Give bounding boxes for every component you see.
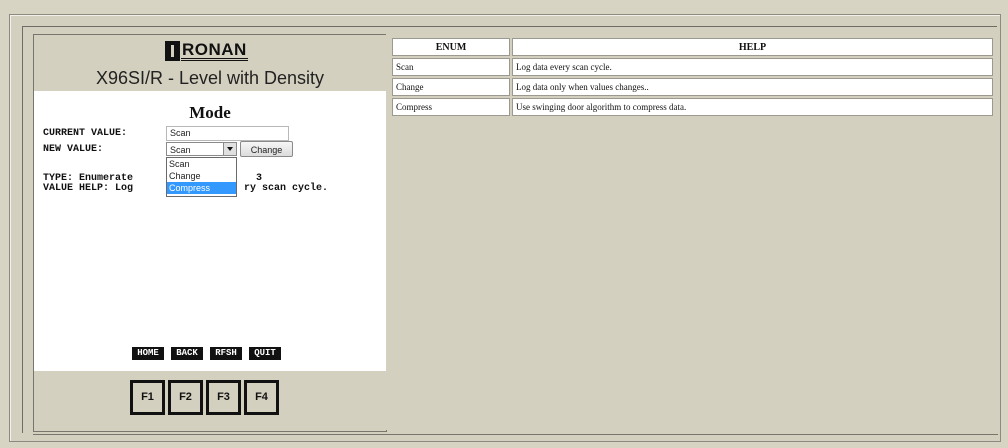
quit-button[interactable]: QUIT [249, 347, 281, 360]
new-value-label: NEW VALUE: [43, 144, 104, 155]
device-panel: RONAN X96SI/R - Level with Density Mode … [33, 34, 387, 432]
ronan-logo: RONAN [165, 41, 248, 61]
refresh-button[interactable]: RFSH [210, 347, 242, 360]
dropdown-list: Scan Change Compress [166, 157, 237, 197]
home-button[interactable]: HOME [132, 347, 164, 360]
new-value-select[interactable]: Scan [166, 142, 237, 156]
table-row: Change Log data only when values changes… [392, 78, 993, 96]
value-help-label: VALUE HELP: Log [43, 183, 134, 194]
divider [33, 434, 998, 435]
enum-cell: Compress [392, 98, 510, 116]
logo-mark-icon [165, 41, 180, 61]
device-screen: Mode CURRENT VALUE: Scan NEW VALUE: Scan… [34, 91, 386, 371]
help-cell: Use swinging door algorithm to compress … [512, 98, 993, 116]
table-header-row: ENUM HELP [392, 38, 993, 56]
select-value: Scan [170, 145, 191, 155]
help-cell: Log data every scan cycle. [512, 58, 993, 76]
dropdown-option[interactable]: Change [167, 170, 236, 182]
f3-key[interactable]: F3 [206, 380, 241, 415]
f4-key[interactable]: F4 [244, 380, 279, 415]
dropdown-option-highlighted[interactable]: Compress [167, 182, 236, 194]
value-help-text: ry scan cycle. [244, 183, 329, 194]
device-header: RONAN X96SI/R - Level with Density [34, 35, 386, 91]
column-header-enum: ENUM [392, 38, 510, 56]
current-value-label: CURRENT VALUE: [43, 128, 128, 139]
chevron-down-icon[interactable] [223, 143, 236, 155]
table-row: Compress Use swinging door algorithm to … [392, 98, 993, 116]
logo-text: RONAN [181, 40, 248, 61]
table-row: Scan Log data every scan cycle. [392, 58, 993, 76]
enum-help-panel: ENUM HELP Scan Log data every scan cycle… [386, 34, 998, 430]
column-header-help: HELP [512, 38, 993, 56]
function-keys: F1 F2 F3 F4 [34, 380, 386, 426]
dropdown-option[interactable]: Scan [167, 158, 236, 170]
device-title: X96SI/R - Level with Density [95, 68, 325, 88]
page-title: Mode [189, 103, 231, 122]
enum-table: ENUM HELP Scan Log data every scan cycle… [390, 36, 995, 118]
f1-key[interactable]: F1 [130, 380, 165, 415]
back-button[interactable]: BACK [171, 347, 203, 360]
help-cell: Log data only when values changes.. [512, 78, 993, 96]
enum-cell: Change [392, 78, 510, 96]
enum-cell: Scan [392, 58, 510, 76]
f2-key[interactable]: F2 [168, 380, 203, 415]
change-button[interactable]: Change [240, 141, 293, 157]
current-value-field[interactable]: Scan [166, 126, 289, 141]
